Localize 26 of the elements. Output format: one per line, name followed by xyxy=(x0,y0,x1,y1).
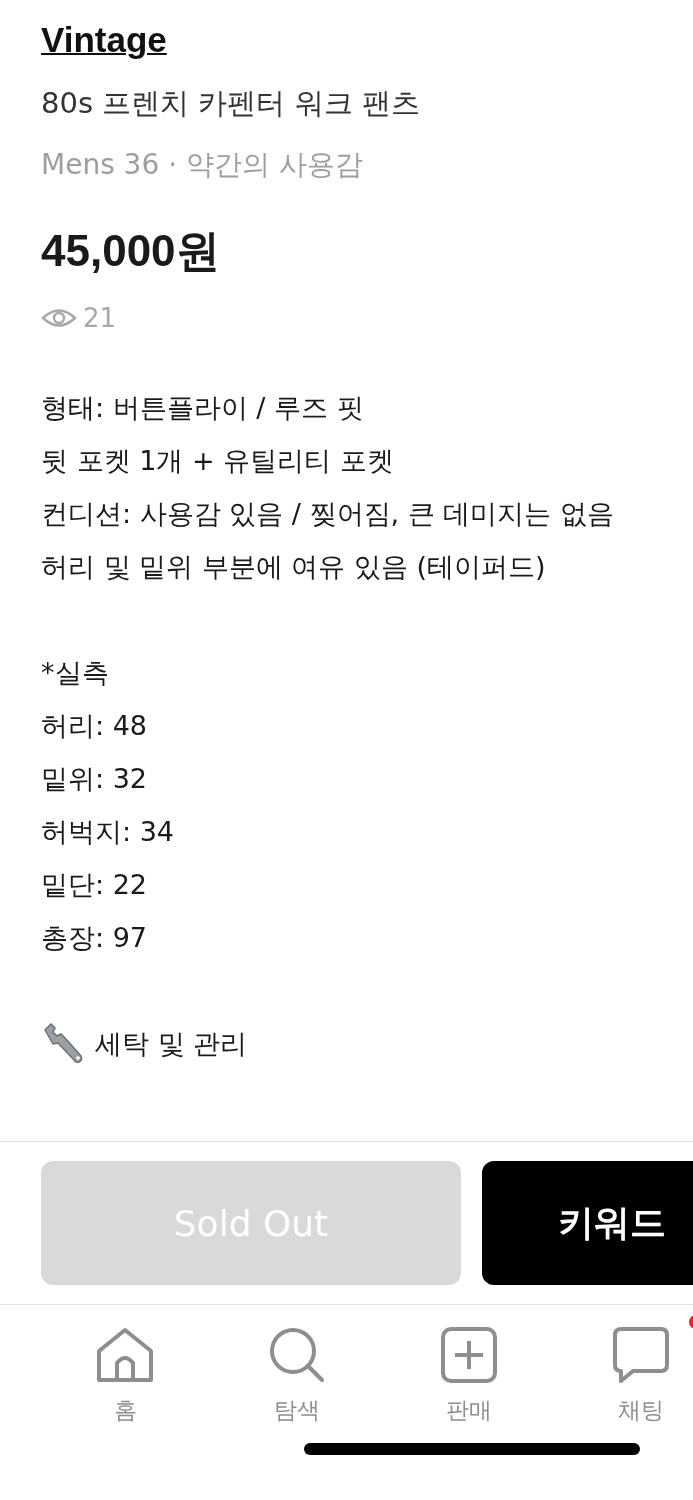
product-meta: Mens 36 · 약간의 사용감 xyxy=(41,147,364,183)
nav-tab[interactable]: 홈 xyxy=(39,1305,211,1440)
description-line: *실측 xyxy=(41,656,110,690)
product-title: 80s 프렌치 카펜터 워크 팬츠 xyxy=(41,85,421,122)
view-count: 21 xyxy=(83,303,117,333)
nav-tab[interactable]: 판매 xyxy=(383,1305,555,1440)
description-line: 형태: 버튼플라이 / 루즈 핏 xyxy=(41,391,365,425)
search-icon xyxy=(269,1327,325,1383)
description-line: 밑위: 32 xyxy=(41,762,149,796)
add-icon xyxy=(441,1327,497,1383)
description-line: 컨디션: 사용감 있음 / 찢어짐, 큰 데미지는 없음 xyxy=(41,497,615,531)
description-line: 뒷 포켓 1개 + 유틸리티 포켓 xyxy=(41,444,395,478)
description-line: 허리 및 밑위 부분에 여유 있음 (테이퍼드) xyxy=(41,550,547,584)
chat-icon xyxy=(613,1327,669,1383)
brand-link[interactable]: Vintage xyxy=(41,20,167,60)
description-line: 허리: 48 xyxy=(41,709,149,743)
description-line: 허벅지: 34 xyxy=(41,815,176,849)
price: 45,000원 xyxy=(41,225,221,277)
section-heading: 세탁 및 관리 xyxy=(95,1027,248,1061)
home-icon xyxy=(96,1327,154,1383)
nav-tab[interactable]: 채팅 xyxy=(555,1305,693,1440)
keyword-button[interactable]: 키워드 xyxy=(482,1161,693,1285)
description-line: 총장: 97 xyxy=(41,921,149,955)
eye-icon xyxy=(41,307,77,329)
nav-tab[interactable]: 탐색 xyxy=(211,1305,383,1440)
description-line: 밑단: 22 xyxy=(41,868,149,902)
